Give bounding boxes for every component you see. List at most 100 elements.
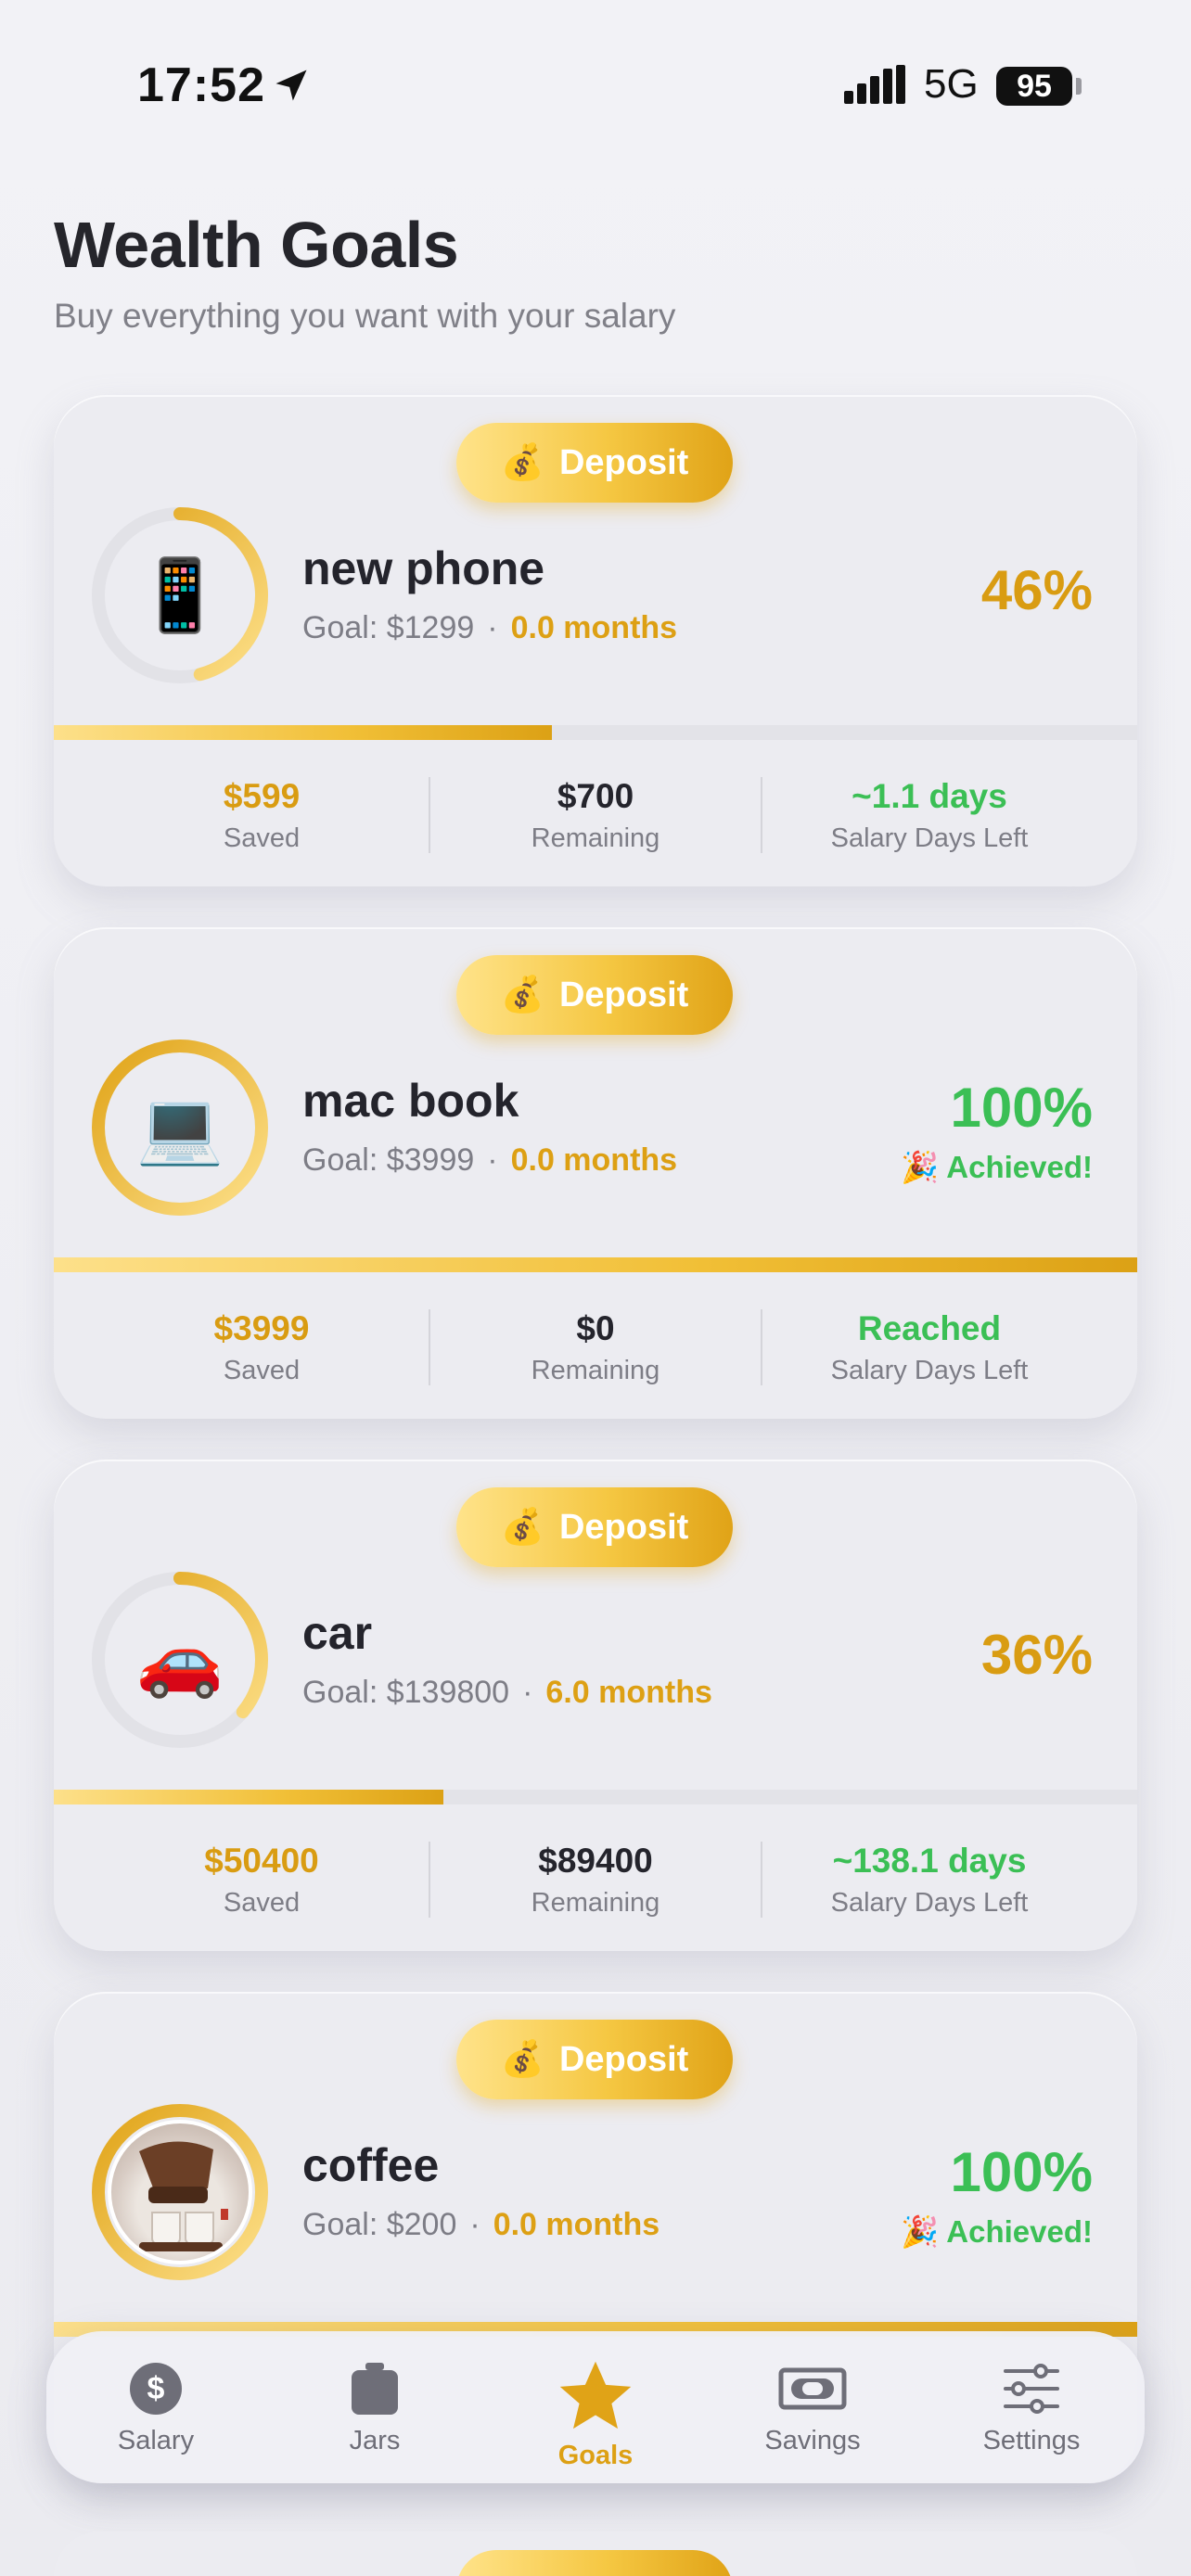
progress-bar [54,1257,1137,1272]
deposit-button[interactable]: 💰 Deposit [456,1487,733,1567]
days-value: Reached [857,1309,1002,1347]
days-value: ~1.1 days [852,777,1007,815]
money-bag-icon: 💰 [500,443,544,482]
tab-label: Settings [982,2426,1081,2455]
banknote-icon [778,2367,847,2410]
goal-meta: Goal: $139800 · 6.0 months [302,1675,712,1711]
deposit-button[interactable] [456,2550,733,2576]
goal-stats: $599 Saved $700 Remaining ~1.1 days Salary … [54,740,1137,886]
goal-amount: Goal: $3999 [302,1142,475,1178]
saved-value: $599 [223,777,301,815]
page-title: Wealth Goals [54,209,459,281]
tab-label: Jars [349,2426,401,2455]
money-bag-icon: 💰 [500,2040,544,2079]
stat-days-left: ~1.1 days Salary Days Left [762,777,1096,854]
goal-amount: Goal: $200 [302,2207,457,2242]
battery-icon: 95 [996,67,1072,106]
goal-amount: Goal: $139800 [302,1675,510,1710]
goal-stats: $50400 Saved $89400 Remaining ~138.1 days S… [54,1804,1137,1951]
deposit-label: Deposit [558,2039,689,2079]
progress-bar [54,1790,1137,1804]
goal-name: car [302,1607,373,1659]
deposit-label: Deposit [558,1507,689,1547]
tab-savings[interactable]: Savings [720,2359,905,2456]
laptop-icon: 💻 [135,1089,224,1167]
separator-dot: · [469,2207,480,2242]
tab-bar: $ Salary Jars Goals Savings Settings [46,2331,1145,2483]
deposit-button[interactable]: 💰 Deposit [456,955,733,1035]
phone-icon: 📱 [135,556,224,635]
tab-goals[interactable]: Goals [503,2359,688,2471]
progress-ring [89,2101,271,2283]
goal-card[interactable]: 💰 Deposit 💻 mac book Goal: $3999 · 0.0 mon… [54,927,1137,1419]
jar-icon [352,2363,398,2415]
days-label: Salary Days Left [830,1888,1029,1918]
goal-card-peek [54,2531,1137,2576]
stat-saved: $3999 Saved [95,1309,429,1386]
stat-days-left: Reached Salary Days Left [762,1309,1096,1386]
deposit-button[interactable]: 💰 Deposit [456,423,733,503]
goal-percent: 100% [950,2141,1093,2203]
remaining-label: Remaining [531,1356,660,1385]
progress-ring: 📱 [89,504,271,686]
money-bag-icon: 💰 [500,976,544,1014]
tab-label: Salary [117,2426,195,2455]
goal-card[interactable]: 💰 Deposit 🚗 car Goal: $139800 · 6.0 months… [54,1460,1137,1951]
saved-value: $50400 [204,1842,319,1880]
deposit-button[interactable]: 💰 Deposit [456,2020,733,2099]
stat-saved: $599 Saved [95,777,429,854]
stat-remaining: $89400 Remaining [429,1842,762,1919]
remaining-value: $0 [576,1309,615,1347]
goal-months: 6.0 months [545,1675,712,1710]
progress-fill [54,1790,444,1804]
goal-percent: 46% [980,559,1093,621]
remaining-value: $89400 [538,1842,653,1880]
progress-fill [54,1257,1137,1272]
progress-fill [54,725,553,740]
saved-label: Saved [223,823,301,853]
coffee-machine-photo [108,2120,252,2264]
goal-meta: Goal: $3999 · 0.0 months [302,1142,677,1179]
stat-days-left: ~138.1 days Salary Days Left [762,1842,1096,1919]
progress-bar [54,725,1137,740]
battery-tip [1076,78,1082,95]
cellular-signal-icon [844,65,905,104]
tab-label: Goals [557,2441,634,2470]
dollar-circle-icon: $ [130,2363,182,2415]
goal-percent: 100% [950,1077,1093,1139]
achieved-badge: 🎉 Achieved! [901,1150,1093,1184]
stat-remaining: $0 Remaining [429,1309,762,1386]
separator-dot: · [487,610,498,645]
sliders-icon [1004,2364,1059,2414]
car-icon: 🚗 [135,1621,224,1700]
progress-ring: 💻 [89,1037,271,1218]
status-bar: 17:52 5G 95 [0,0,1191,176]
goal-name: mac book [302,1075,519,1127]
tab-label: Savings [764,2426,861,2455]
deposit-label: Deposit [558,442,689,482]
goal-meta: Goal: $200 · 0.0 months [302,2207,660,2243]
location-arrow-icon [275,70,307,101]
goal-card[interactable]: 💰 Deposit 📱 new phone Goal: $1299 · 0.0 mo… [54,395,1137,886]
saved-label: Saved [223,1888,301,1918]
page-subtitle: Buy everything you want with your salary [54,297,676,335]
saved-value: $3999 [213,1309,310,1347]
goal-name: new phone [302,542,545,594]
status-time: 17:52 [137,58,265,112]
goal-amount: Goal: $1299 [302,610,475,645]
goal-months: 0.0 months [493,2207,660,2242]
remaining-value: $700 [557,777,634,815]
saved-label: Saved [223,1356,301,1385]
tab-salary[interactable]: $ Salary [63,2359,249,2456]
goal-months: 0.0 months [510,610,678,645]
goal-percent: 36% [980,1624,1093,1686]
goal-months: 0.0 months [510,1142,678,1178]
days-label: Salary Days Left [830,1356,1029,1385]
separator-dot: · [487,1142,498,1178]
tab-jars[interactable]: Jars [282,2359,467,2456]
progress-ring: 🚗 [89,1569,271,1751]
remaining-label: Remaining [531,1888,660,1918]
stat-remaining: $700 Remaining [429,777,762,854]
network-type: 5G [924,61,979,107]
tab-settings[interactable]: Settings [939,2359,1124,2456]
